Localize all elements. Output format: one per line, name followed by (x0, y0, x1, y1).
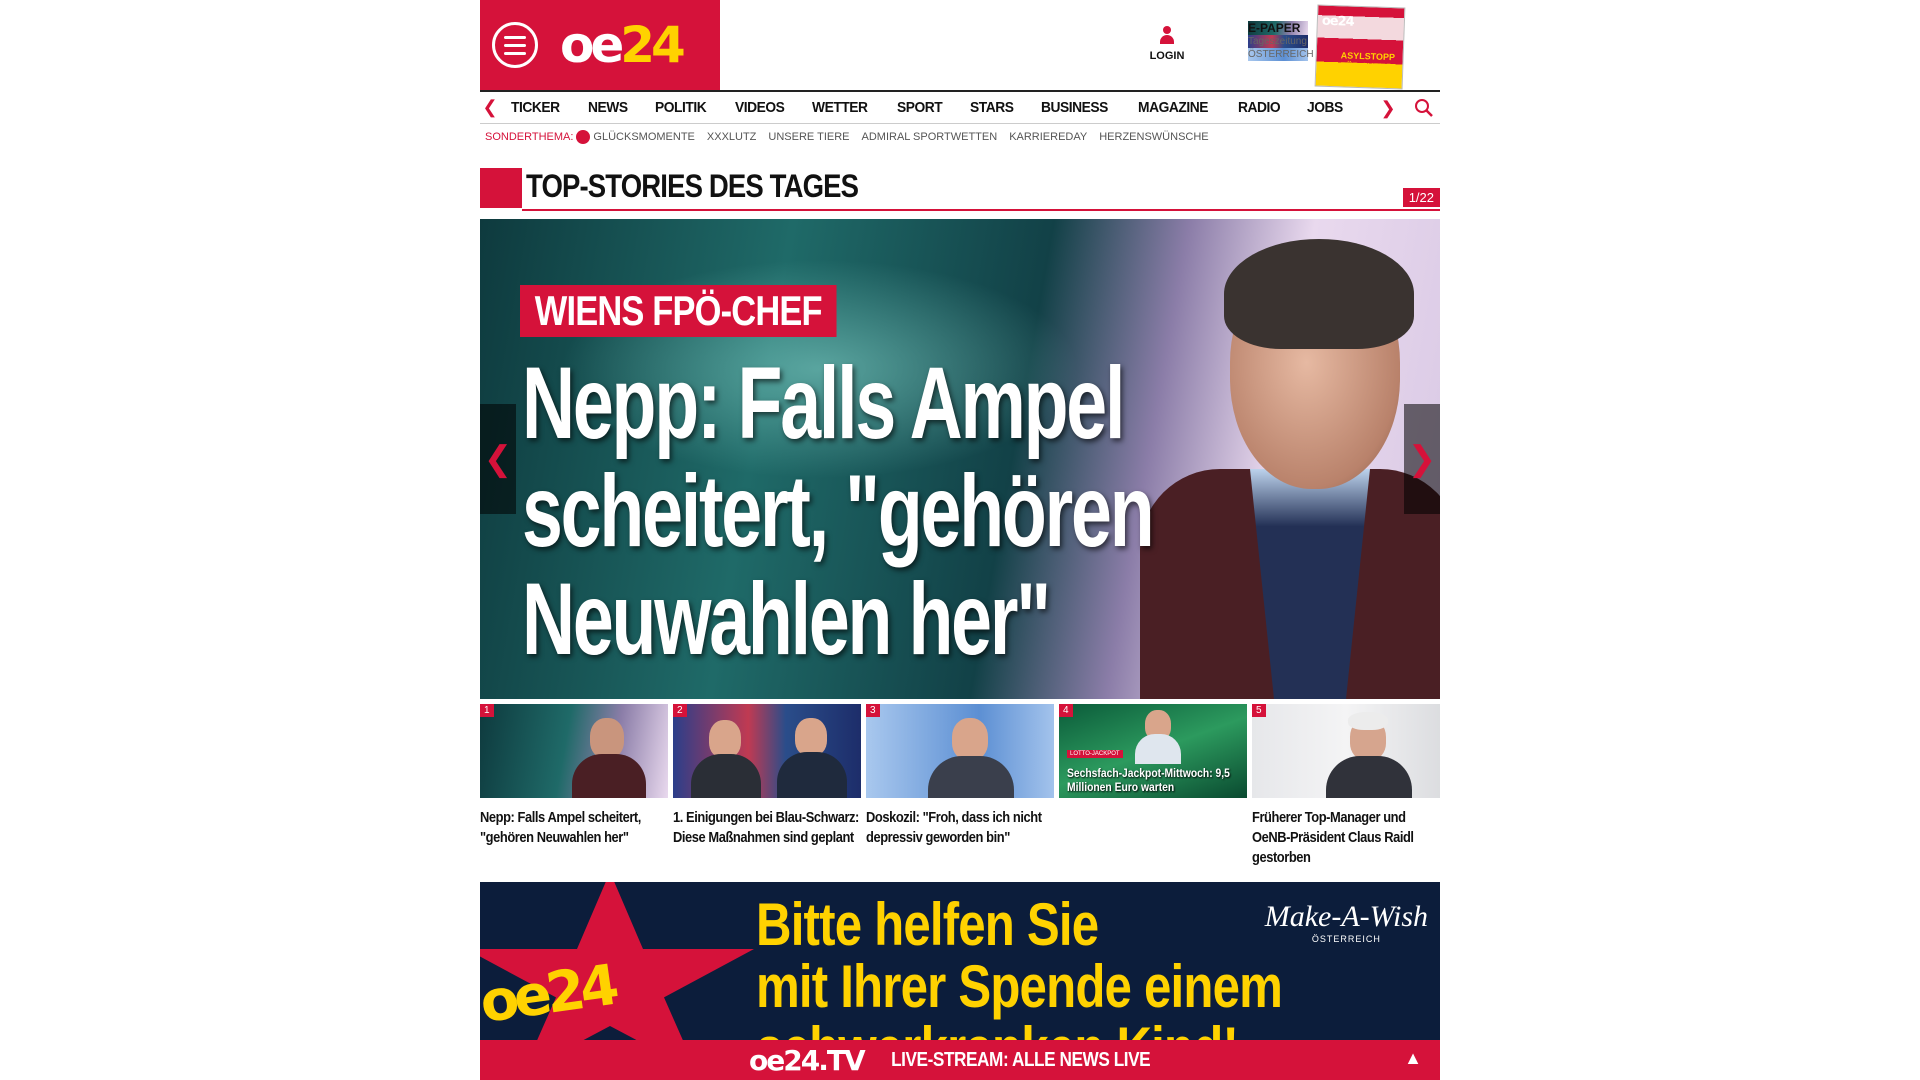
thumb-number: 5 (1252, 704, 1266, 717)
thumb-image: 5 (1252, 704, 1440, 798)
thumb-number: 4 (1059, 704, 1073, 717)
heart-icon (576, 130, 591, 144)
user-icon (1159, 26, 1175, 46)
special-topic-karriereday[interactable]: KARRIEREDAY (1009, 131, 1087, 143)
epaper-cover-image[interactable]: oe24 ASYLSTOPP FÜR SYRER (1314, 4, 1406, 90)
nav-item-videos[interactable]: VIDEOS (724, 99, 795, 116)
chevron-left-icon[interactable]: ❮ (480, 97, 500, 118)
live-stream-label: LIVE-STREAM: ALLE NEWS LIVE (890, 1048, 1151, 1071)
section-title: TOP-STORIES DES TAGES (526, 168, 859, 204)
hamburger-menu-icon[interactable] (492, 22, 538, 68)
epaper-cover-headline: ASYLSTOPP FÜR SYRER (1340, 50, 1396, 73)
story-thumbnails: 1 Nepp: Falls Ampel scheitert, "gehören … (480, 704, 1440, 874)
nav-item-ticker[interactable]: TICKER (500, 99, 571, 116)
nav-item-politik[interactable]: POLITIK (644, 99, 717, 116)
section-divider (522, 209, 1440, 211)
nav-item-business[interactable]: BUSINESS (1030, 99, 1119, 116)
hero-photo (1130, 219, 1440, 699)
ad-text: Bitte helfen Sie mit Ihrer Spende einem … (756, 891, 1283, 1041)
story-thumb[interactable]: 2 1. Einigungen bei Blau-Schwarz: Diese … (673, 704, 861, 874)
hero-story[interactable]: WIENS FPÖ-CHEF Nepp: Falls Ampel scheite… (480, 219, 1440, 699)
thumb-image: 3 (866, 704, 1054, 798)
epaper-link[interactable]: E-PAPER Tageszeitung ÖSTERREICH (1248, 21, 1314, 61)
nav-item-radio[interactable]: RADIO (1227, 99, 1291, 116)
chevron-right-icon: ❯ (1407, 440, 1437, 478)
slider-prev-button[interactable]: ❮ (480, 404, 516, 514)
ad-text-line: schwerkranken Kind! (756, 1018, 1282, 1041)
thumb-image: 4 LOTTO-JACKPOT Sechsfach-Jackpot-Mittwo… (1059, 704, 1247, 798)
make-a-wish-logo: Make-A-Wish ÖSTERREICH (1265, 900, 1428, 944)
section-accent-bar (480, 168, 522, 208)
thumb-number: 2 (673, 704, 687, 717)
epaper-line1: Tageszeitung (1248, 35, 1308, 48)
epaper-title: E-PAPER (1248, 21, 1308, 35)
thumb-tag: LOTTO-JACKPOT (1067, 750, 1123, 758)
special-topic-label: SONDERTHEMA: (485, 131, 574, 143)
thumb-caption: Früherer Top-Manager und OeNB-Präsident … (1252, 809, 1414, 866)
live-stream-bar[interactable]: oe24.TV LIVE-STREAM: ALLE NEWS LIVE ▲ (480, 1040, 1440, 1080)
chevron-left-icon: ❮ (483, 440, 513, 478)
story-thumb[interactable]: 3 Doskozil: "Froh, dass ich nicht depres… (866, 704, 1054, 874)
special-topic-gluecksmomente[interactable]: GLÜCKSMOMENTE (593, 131, 694, 143)
brand-name: Make-A-Wish (1264, 900, 1428, 933)
charity-ad-banner[interactable]: oe24 Bitte helfen Sie mit Ihrer Spende e… (480, 882, 1440, 1040)
nav-item-stars[interactable]: STARS (959, 99, 1025, 116)
chevron-right-icon[interactable]: ❯ (1378, 98, 1398, 119)
special-topic-herzenswuensche[interactable]: HERZENSWÜNSCHE (1099, 131, 1208, 143)
site-logo[interactable]: oe24 (560, 20, 686, 70)
epaper-line2: ÖSTERREICH (1248, 48, 1314, 61)
login-label: LOGIN (1149, 50, 1185, 62)
special-topic-unsere-tiere[interactable]: UNSERE TIERE (768, 131, 849, 143)
brand-sub: ÖSTERREICH (1311, 934, 1381, 944)
thumb-caption: 1. Einigungen bei Blau-Schwarz: Diese Ma… (673, 809, 859, 846)
oe24tv-logo: oe24.TV (749, 1043, 866, 1077)
ad-text-line: mit Ihrer Spende einem (756, 953, 1283, 1020)
story-thumb[interactable]: 1 Nepp: Falls Ampel scheitert, "gehören … (480, 704, 668, 874)
special-topic-admiral[interactable]: ADMIRAL SPORTWETTEN (862, 131, 998, 143)
search-icon[interactable] (1414, 98, 1434, 118)
hero-headline-line: Neuwahlen her" (522, 562, 1051, 676)
slider-next-button[interactable]: ❯ (1404, 404, 1440, 514)
epaper-cover-logo: oe24 (1321, 13, 1354, 30)
story-thumb[interactable]: 5 Früherer Top-Manager und OeNB-Präsiden… (1252, 704, 1440, 874)
nav-items: TICKER NEWS POLITIK VIDEOS WETTER SPORT … (500, 99, 1440, 116)
thumb-overlay-title: Sechsfach-Jackpot-Mittwoch: 9,5 Millione… (1067, 766, 1230, 794)
thumb-number: 3 (866, 704, 880, 717)
thumb-image: 1 (480, 704, 668, 798)
nav-item-sport[interactable]: SPORT (886, 99, 953, 116)
story-thumb[interactable]: 4 LOTTO-JACKPOT Sechsfach-Jackpot-Mittwo… (1059, 704, 1247, 874)
hero-headline-line: Nepp: Falls Ampel (522, 346, 1125, 460)
special-topics-bar: SONDERTHEMA: GLÜCKSMOMENTE XXXLUTZ UNSER… (480, 126, 1440, 148)
page: oe24 LOGIN E-PAPER Tageszeitung ÖSTERREI… (480, 0, 1440, 1080)
nav-item-news[interactable]: NEWS (577, 99, 639, 116)
nav-item-jobs[interactable]: JOBS (1296, 99, 1354, 116)
thumb-caption: Doskozil: "Froh, dass ich nicht depressi… (866, 809, 1042, 846)
arrow-up-icon[interactable]: ▲ (1404, 1048, 1422, 1069)
login-button[interactable]: LOGIN (1150, 26, 1184, 62)
slide-counter: 1/22 (1402, 188, 1440, 207)
brand-header: oe24 (480, 0, 720, 90)
hero-headline-line: scheitert, "gehören (522, 454, 1155, 568)
nav-item-wetter[interactable]: WETTER (801, 99, 879, 116)
thumb-caption: Nepp: Falls Ampel scheitert, "gehören Ne… (480, 809, 641, 846)
special-topic-xxxlutz[interactable]: XXXLUTZ (707, 131, 757, 143)
ad-text-line: Bitte helfen Sie (756, 891, 1099, 958)
hero-headline[interactable]: Nepp: Falls Ampel scheitert, "gehören Ne… (522, 346, 1155, 676)
thumb-image: 2 (673, 704, 861, 798)
main-nav: ❮ TICKER NEWS POLITIK VIDEOS WETTER SPOR… (480, 90, 1440, 124)
thumb-number: 1 (480, 704, 494, 717)
hero-kicker: WIENS FPÖ-CHEF (520, 285, 837, 337)
nav-item-magazine[interactable]: MAGAZINE (1127, 99, 1219, 116)
section-header: TOP-STORIES DES TAGES 1/22 (480, 166, 1440, 212)
